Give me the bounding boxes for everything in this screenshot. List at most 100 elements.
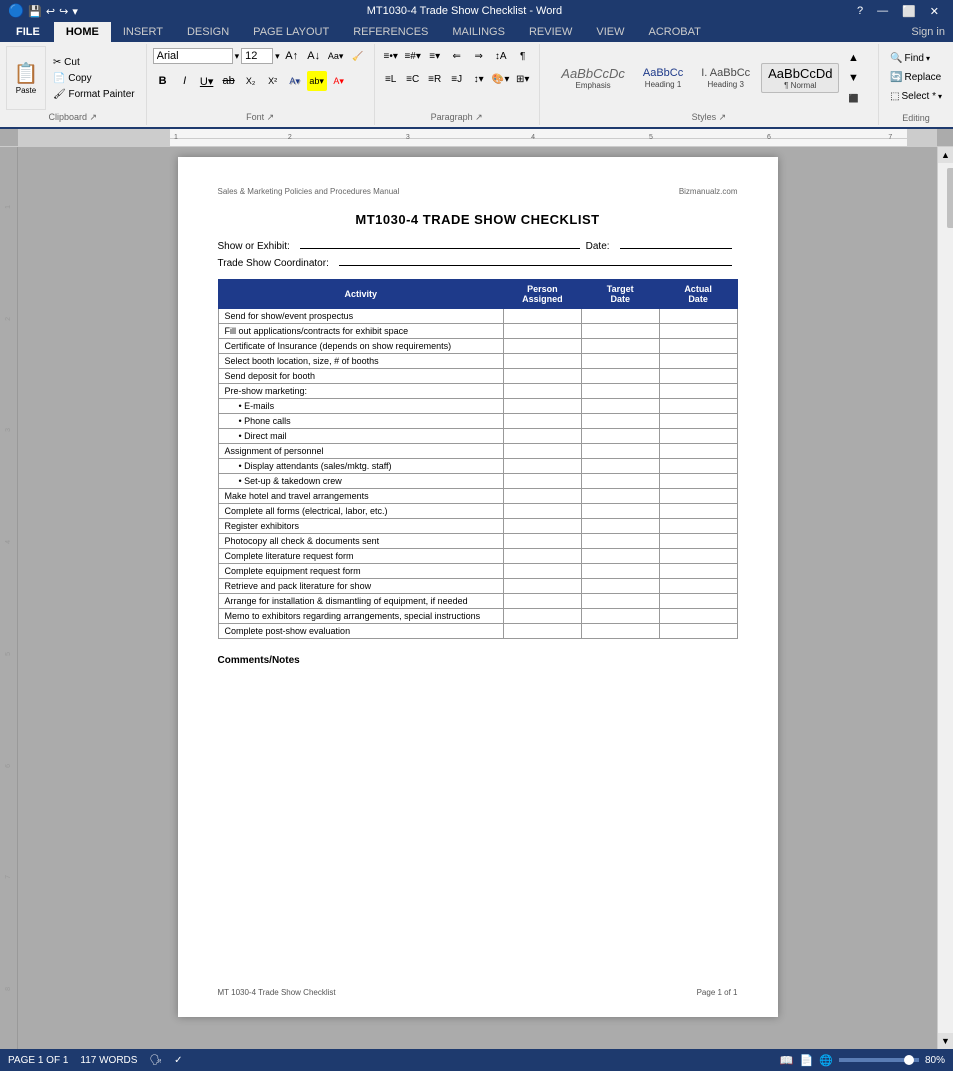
shading-button[interactable]: 🎨▾ [491,69,511,89]
date-line [620,248,732,249]
tab-acrobat[interactable]: ACROBAT [636,22,712,42]
view-read-button[interactable]: 📖 [780,1054,794,1067]
justify-button[interactable]: ≡J [447,69,467,89]
find-button[interactable]: 🔍 Find ▾ [885,50,947,67]
table-row: Select booth location, size, # of booths [218,354,737,369]
text-effect-button[interactable]: A▾ [285,71,305,91]
superscript-button[interactable]: X² [263,71,283,91]
sign-in-button[interactable]: Sign in [903,22,953,42]
styles-scroll-down[interactable]: ▼ [843,68,863,88]
bullets-button[interactable]: ≡•▾ [381,46,401,66]
close-button[interactable]: ✕ [924,5,945,18]
col-actual: ActualDate [659,280,737,309]
replace-button[interactable]: 🔄 Replace [885,69,947,86]
actual-cell [659,309,737,324]
date-label: Date: [586,241,610,252]
view-web-button[interactable]: 🌐 [819,1054,833,1067]
font-color-button[interactable]: A▾ [329,71,349,91]
editing-label: Editing [902,113,930,123]
title-bar-quick-undo[interactable]: ↩ [46,5,55,18]
subscript-button[interactable]: X₂ [241,71,261,91]
person-cell [503,459,581,474]
font-name-input[interactable]: Arial [153,48,233,64]
show-marks-button[interactable]: ¶ [513,46,533,66]
numbering-button[interactable]: ≡#▾ [403,46,423,66]
align-left-button[interactable]: ≡L [381,69,401,89]
scroll-up-button[interactable]: ▲ [938,147,953,163]
title-bar-quick-save[interactable]: 💾 [28,5,42,18]
tab-file[interactable]: FILE [2,22,54,42]
line-spacing-button[interactable]: ↕▾ [469,69,489,89]
font-shrink-button[interactable]: A↓ [304,46,324,66]
target-cell [581,324,659,339]
paste-icon: 📋 [14,61,39,86]
style-emphasis[interactable]: AaBbCcDc Emphasis [554,63,632,94]
scroll-thumb[interactable] [947,168,953,228]
italic-button[interactable]: I [175,71,195,91]
ribbon-group-font: Arial ▾ 12 ▾ A↑ A↓ Aa▾ 🧹 B I U▾ ab X₂ X²… [147,44,375,125]
title-bar-quick-redo[interactable]: ↪ [59,5,68,18]
target-cell [581,339,659,354]
style-heading3-preview: I. AaBbCc [701,67,750,80]
text-highlight-button[interactable]: ab▾ [307,71,327,91]
table-row: Arrange for installation & dismantling o… [218,594,737,609]
tab-page-layout[interactable]: PAGE LAYOUT [241,22,341,42]
bold-button[interactable]: B [153,71,173,91]
table-row: Fill out applications/contracts for exhi… [218,324,737,339]
header-left: Sales & Marketing Policies and Procedure… [218,187,400,196]
align-right-button[interactable]: ≡R [425,69,445,89]
target-cell [581,504,659,519]
scrollbar-right[interactable]: ▲ ▼ [937,147,953,1049]
style-heading3[interactable]: I. AaBbCc Heading 3 [694,64,757,92]
strikethrough-button[interactable]: ab [219,71,239,91]
clear-format-button[interactable]: 🧹 [348,46,368,66]
tab-review[interactable]: REVIEW [517,22,584,42]
tab-home[interactable]: HOME [54,22,111,42]
document-scroll[interactable]: Sales & Marketing Policies and Procedure… [18,147,937,1049]
target-cell [581,384,659,399]
style-heading1[interactable]: AaBbCc Heading 1 [636,64,690,92]
font-size-dropdown-icon[interactable]: ▾ [275,51,280,62]
font-grow-button[interactable]: A↑ [282,46,302,66]
change-case-button[interactable]: Aa▾ [326,46,346,66]
select-button[interactable]: ⬚ Select * ▾ [885,88,947,105]
table-row: Memo to exhibitors regarding arrangement… [218,609,737,624]
font-name-dropdown-icon[interactable]: ▾ [235,51,240,62]
table-row: Complete equipment request form [218,564,737,579]
styles-scroll-up[interactable]: ▲ [843,48,863,68]
help-button[interactable]: ? [851,5,869,17]
paste-button[interactable]: 📋 Paste [6,46,46,110]
underline-button[interactable]: U▾ [197,71,217,91]
activity-cell: Register exhibitors [218,519,503,534]
maximize-button[interactable]: ⬜ [896,5,922,18]
borders-button[interactable]: ⊞▾ [513,69,533,89]
font-size-input[interactable]: 12 [241,48,273,64]
cut-button[interactable]: ✂ Cut [48,55,140,70]
activity-cell: • E-mails [218,399,503,414]
person-cell [503,309,581,324]
actual-cell [659,354,737,369]
multilevel-button[interactable]: ≡▾ [425,46,445,66]
actual-cell [659,579,737,594]
styles-expand[interactable]: ⬛ [843,88,863,108]
table-row: • Display attendants (sales/mktg. staff) [218,459,737,474]
tab-insert[interactable]: INSERT [111,22,175,42]
style-normal[interactable]: AaBbCcDd ¶ Normal [761,63,839,94]
increase-indent-button[interactable]: ⇒ [469,46,489,66]
zoom-slider[interactable] [839,1058,919,1062]
tab-references[interactable]: REFERENCES [341,22,440,42]
tab-view[interactable]: VIEW [584,22,636,42]
table-row: Complete post-show evaluation [218,624,737,639]
sort-button[interactable]: ↕A [491,46,511,66]
tab-design[interactable]: DESIGN [175,22,241,42]
scroll-down-button[interactable]: ▼ [938,1033,953,1049]
person-cell [503,354,581,369]
format-painter-button[interactable]: 🖌 Format Painter [48,87,140,102]
view-print-button[interactable]: 📄 [800,1054,814,1067]
target-cell [581,489,659,504]
align-center-button[interactable]: ≡C [403,69,423,89]
tab-mailings[interactable]: MAILINGS [440,22,517,42]
minimize-button[interactable]: — [871,5,894,17]
decrease-indent-button[interactable]: ⇐ [447,46,467,66]
copy-button[interactable]: 📄 Copy [48,71,140,86]
